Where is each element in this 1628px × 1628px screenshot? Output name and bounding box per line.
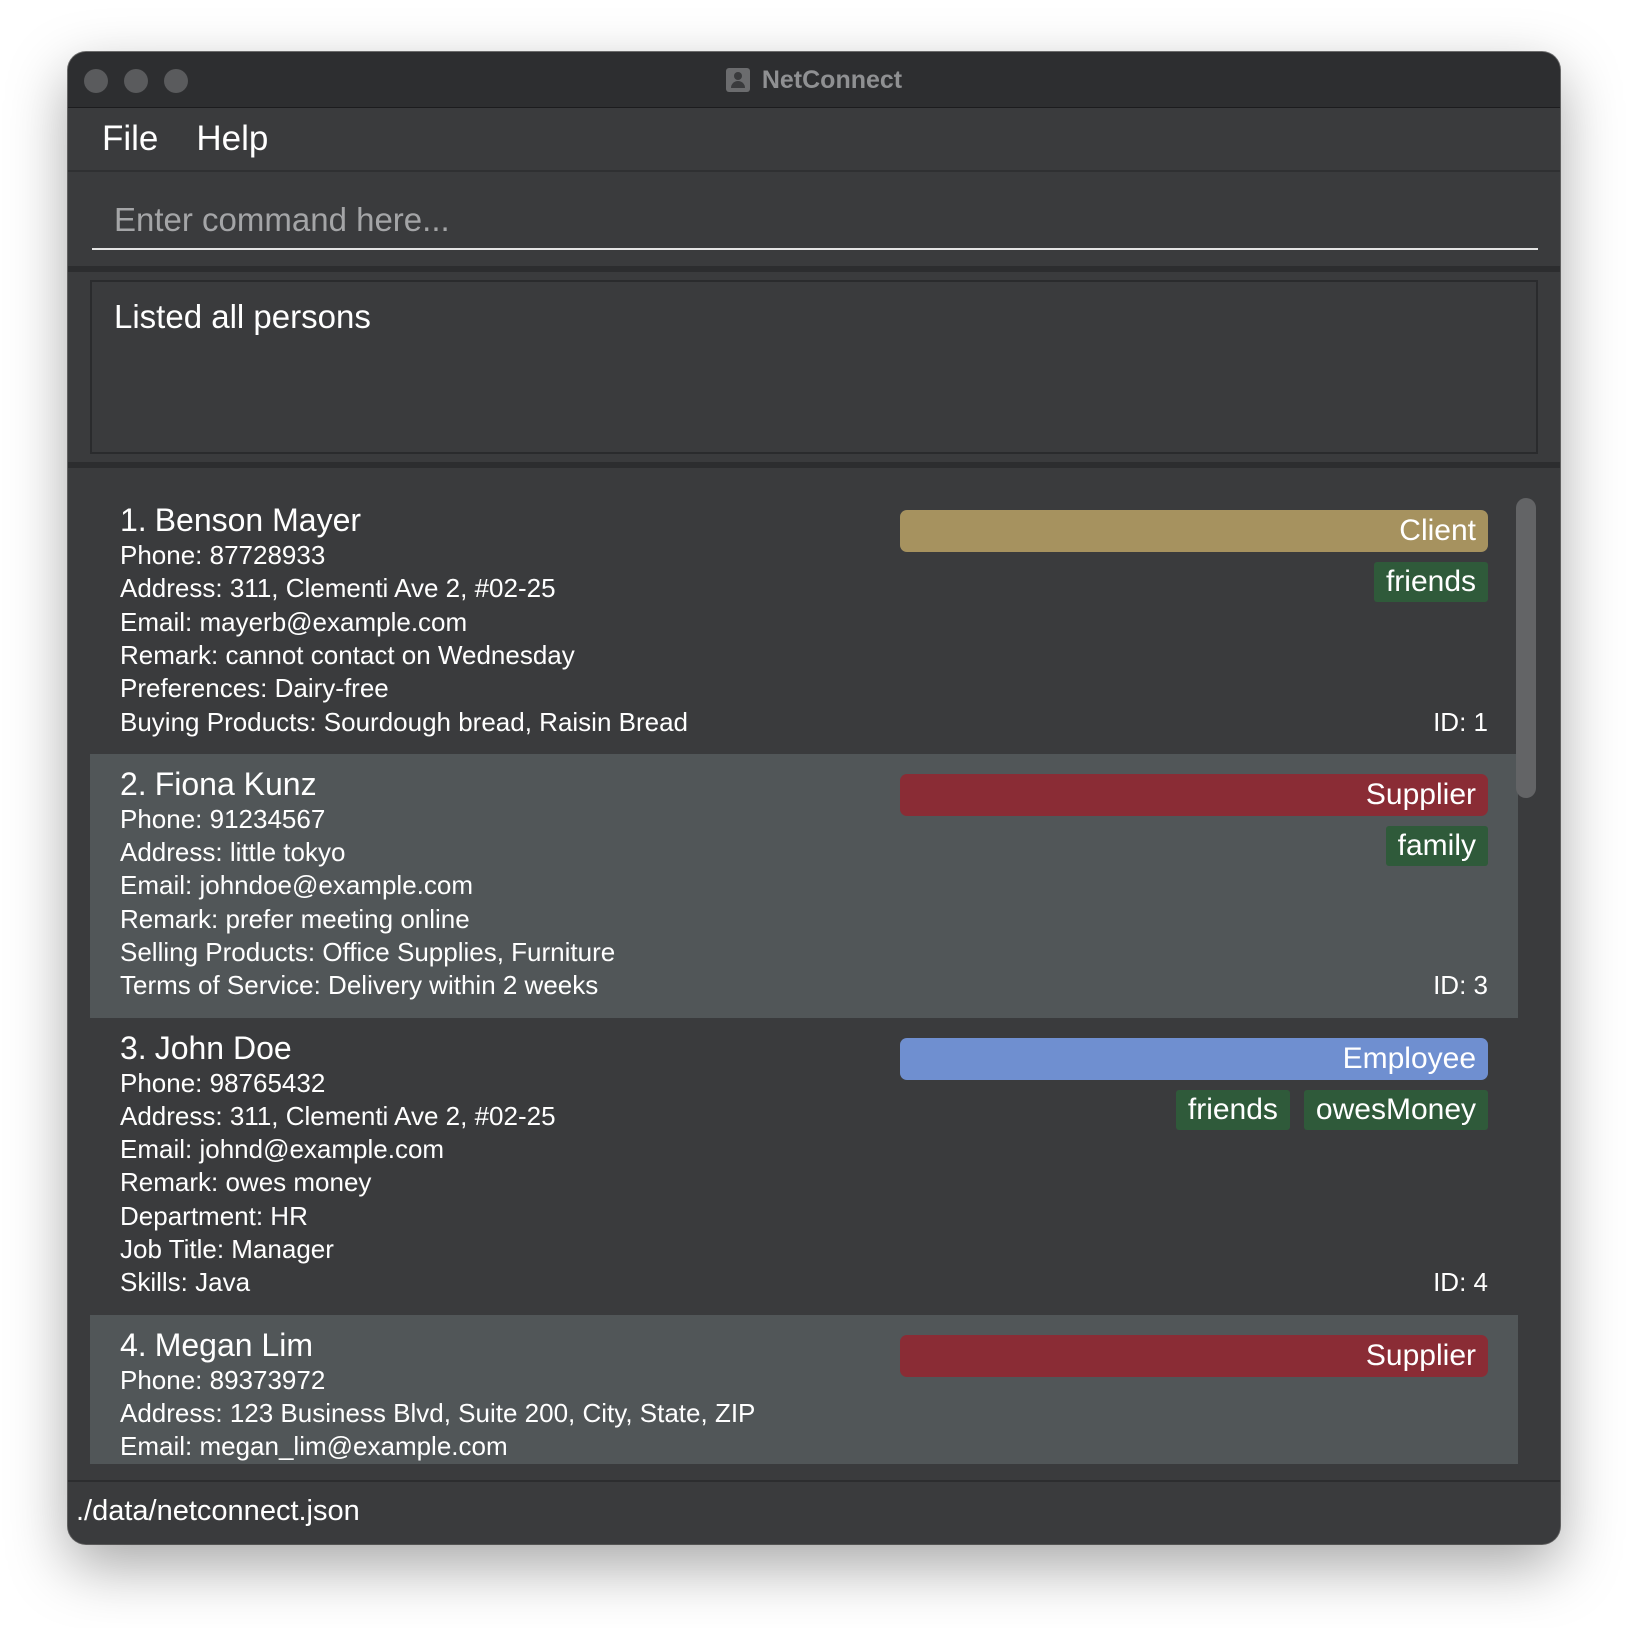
person-name-text: John Doe xyxy=(154,1029,292,1066)
person-field: Address: 311, Clementi Ave 2, #02-25 xyxy=(120,1100,556,1131)
divider xyxy=(68,266,1560,272)
person-field: Remark: prefer meeting online xyxy=(120,903,470,934)
person-field: Address: 123 Business Blvd, Suite 200, C… xyxy=(120,1397,756,1428)
person-name: 2. Fiona Kunz xyxy=(120,766,317,803)
tag-label: friends xyxy=(1175,1089,1290,1130)
window-title-group: NetConnect xyxy=(68,52,1560,108)
person-index: 1. xyxy=(120,502,147,538)
role-badge: Supplier xyxy=(900,1334,1488,1377)
person-field: Phone: 98765432 xyxy=(120,1067,326,1098)
person-field: Phone: 87728933 xyxy=(120,540,326,570)
tag-label: family xyxy=(1385,825,1488,866)
tag-list: friends xyxy=(1373,562,1488,602)
person-field: Remark: owes money xyxy=(120,1167,372,1198)
person-card[interactable]: 4. Megan Lim Phone: 89373972 Address: 123 B… xyxy=(90,1314,1518,1464)
tag-list: friends owesMoney xyxy=(1175,1089,1488,1130)
person-field: Phone: 89373972 xyxy=(120,1364,326,1395)
person-field: Department: HR xyxy=(120,1200,308,1231)
person-id: ID: 3 xyxy=(1433,970,1488,1001)
result-display: Listed all persons xyxy=(90,280,1538,454)
contact-card-icon xyxy=(725,68,750,92)
menu-help[interactable]: Help xyxy=(196,119,268,159)
divider xyxy=(68,462,1560,468)
person-field: Address: little tokyo xyxy=(120,837,346,868)
role-badge: Employee xyxy=(900,1037,1488,1080)
tag-label: friends xyxy=(1373,562,1488,602)
person-field: Email: johnd@example.com xyxy=(120,1134,445,1165)
command-box xyxy=(68,174,1560,266)
person-index: 4. xyxy=(120,1326,147,1363)
person-field: Email: johndoe@example.com xyxy=(120,870,474,901)
person-field: Remark: cannot contact on Wednesday xyxy=(120,639,575,670)
person-field: Selling Products: Office Supplies, Furni… xyxy=(120,936,616,967)
person-name: 4. Megan Lim xyxy=(120,1327,313,1364)
person-list[interactable]: 1. Benson Mayer Phone: 87728933 Address: 31… xyxy=(90,490,1518,1464)
title-bar: NetConnect xyxy=(68,52,1560,108)
command-input[interactable] xyxy=(92,192,1538,250)
person-field: Buying Products: Sourdough bread, Raisin… xyxy=(120,706,689,737)
person-field: Phone: 91234567 xyxy=(120,803,326,834)
person-id: ID: 1 xyxy=(1433,706,1488,737)
tag-list: family xyxy=(1385,825,1488,866)
role-badge: Client xyxy=(900,510,1488,552)
person-name-text: Benson Mayer xyxy=(154,502,362,538)
person-card[interactable]: 1. Benson Mayer Phone: 87728933 Address: 31… xyxy=(90,490,1518,754)
person-name-text: Fiona Kunz xyxy=(154,765,317,802)
person-card[interactable]: 2. Fiona Kunz Phone: 91234567 Address: litt… xyxy=(90,753,1518,1018)
person-field: Email: megan_lim@example.com xyxy=(120,1431,508,1462)
person-field: Email: mayerb@example.com xyxy=(120,606,468,637)
person-field: Terms of Service: Delivery within 2 week… xyxy=(120,970,599,1001)
data-file-path: ./data/netconnect.json xyxy=(76,1495,360,1527)
person-name: 1. Benson Mayer xyxy=(120,502,361,539)
app-window: NetConnect File Help Listed all persons … xyxy=(68,52,1560,1544)
menu-file[interactable]: File xyxy=(102,119,158,159)
window-title: NetConnect xyxy=(761,65,903,94)
menu-bar: File Help xyxy=(68,108,1560,172)
result-message: Listed all persons xyxy=(114,298,371,335)
person-id: ID: 4 xyxy=(1433,1267,1488,1298)
person-name-text: Megan Lim xyxy=(154,1326,313,1363)
person-index: 2. xyxy=(120,765,147,802)
role-badge: Supplier xyxy=(900,773,1488,816)
person-name: 3. John Doe xyxy=(120,1030,292,1067)
person-field: Preferences: Dairy-free xyxy=(120,673,389,704)
person-field: Job Title: Manager xyxy=(120,1234,334,1265)
tag-label: owesMoney xyxy=(1303,1089,1488,1130)
person-field: Address: 311, Clementi Ave 2, #02-25 xyxy=(120,573,556,604)
scrollbar-thumb[interactable] xyxy=(1516,498,1536,798)
person-index: 3. xyxy=(120,1029,147,1066)
person-field: Skills: Java xyxy=(120,1267,251,1298)
person-card[interactable]: 3. John Doe Phone: 98765432 Address: 311, C… xyxy=(90,1017,1518,1315)
status-bar: ./data/netconnect.json xyxy=(68,1480,1560,1544)
